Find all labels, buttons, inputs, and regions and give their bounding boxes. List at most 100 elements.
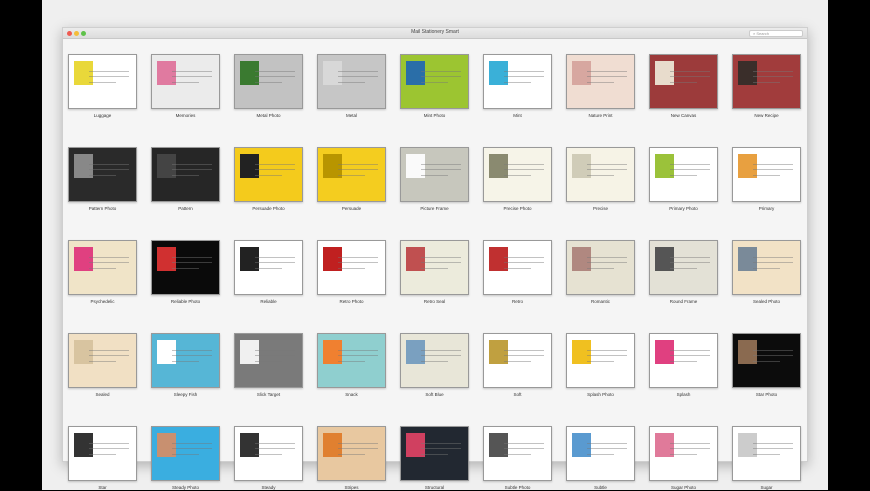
template-item[interactable]: Star xyxy=(68,426,137,491)
template-thumbnail[interactable] xyxy=(649,240,718,295)
template-thumbnail[interactable] xyxy=(400,147,469,202)
template-item[interactable]: Primary xyxy=(732,147,801,212)
template-thumbnail[interactable] xyxy=(483,240,552,295)
template-thumbnail[interactable] xyxy=(400,240,469,295)
template-item[interactable]: Splash Photo xyxy=(566,333,635,398)
template-thumbnail[interactable] xyxy=(68,240,137,295)
template-item[interactable]: Subtle Photo xyxy=(483,426,552,491)
template-item[interactable]: Sugar Photo xyxy=(649,426,718,491)
template-item[interactable]: Sleepy Fish xyxy=(151,333,220,398)
template-thumbnail[interactable] xyxy=(732,147,801,202)
template-item[interactable]: Sealed Photo xyxy=(732,240,801,305)
template-item[interactable]: New Canvas xyxy=(649,54,718,119)
template-item[interactable]: Sugar xyxy=(732,426,801,491)
template-thumbnail[interactable] xyxy=(234,333,303,388)
template-thumbnail[interactable] xyxy=(483,54,552,109)
template-item[interactable]: Precise Photo xyxy=(483,147,552,212)
template-item[interactable]: Pattern xyxy=(151,147,220,212)
template-thumbnail[interactable] xyxy=(68,333,137,388)
template-thumbnail[interactable] xyxy=(649,147,718,202)
template-item[interactable]: Metal Photo xyxy=(234,54,303,119)
template-thumbnail[interactable] xyxy=(483,426,552,481)
template-item[interactable]: Reliable xyxy=(234,240,303,305)
template-item[interactable]: Primary Photo xyxy=(649,147,718,212)
template-thumbnail[interactable] xyxy=(732,240,801,295)
template-label: Precise xyxy=(592,206,608,211)
template-item[interactable]: Sealed xyxy=(68,333,137,398)
template-thumbnail[interactable] xyxy=(566,426,635,481)
template-thumbnail[interactable] xyxy=(234,426,303,481)
template-item[interactable]: Retro Photo xyxy=(317,240,386,305)
template-thumbnail[interactable] xyxy=(317,240,386,295)
template-thumbnail[interactable] xyxy=(649,333,718,388)
text-line xyxy=(587,355,628,357)
template-thumbnail[interactable] xyxy=(566,333,635,388)
template-thumbnail[interactable] xyxy=(400,54,469,109)
template-item[interactable]: Pattern Photo xyxy=(68,147,137,212)
template-thumbnail[interactable] xyxy=(317,54,386,109)
template-item[interactable]: Mint Photo xyxy=(400,54,469,119)
template-item[interactable]: Retro Seal xyxy=(400,240,469,305)
template-item[interactable]: Picture Frame xyxy=(400,147,469,212)
template-thumbnail[interactable] xyxy=(151,54,220,109)
template-thumbnail[interactable] xyxy=(234,147,303,202)
template-thumbnail[interactable] xyxy=(68,426,137,481)
template-item[interactable]: Persuade xyxy=(317,147,386,212)
template-thumbnail[interactable] xyxy=(151,426,220,481)
template-item[interactable]: Stripes xyxy=(317,426,386,491)
template-item[interactable]: Mint xyxy=(483,54,552,119)
template-thumbnail[interactable] xyxy=(732,54,801,109)
text-line xyxy=(670,169,711,171)
template-thumbnail[interactable] xyxy=(151,240,220,295)
template-thumbnail[interactable] xyxy=(151,333,220,388)
template-thumbnail[interactable] xyxy=(400,426,469,481)
text-line xyxy=(172,163,213,165)
template-label: Structural xyxy=(424,485,445,490)
template-thumbnail[interactable] xyxy=(483,147,552,202)
template-item[interactable]: Steady Photo xyxy=(151,426,220,491)
template-item[interactable]: Nature Print xyxy=(566,54,635,119)
template-thumbnail[interactable] xyxy=(400,333,469,388)
text-line xyxy=(670,453,697,455)
template-thumbnail[interactable] xyxy=(151,147,220,202)
template-item[interactable]: Psychedelic xyxy=(68,240,137,305)
template-item[interactable]: Snack xyxy=(317,333,386,398)
template-item[interactable]: Romantic xyxy=(566,240,635,305)
template-item[interactable]: Luggage xyxy=(68,54,137,119)
template-thumbnail[interactable] xyxy=(317,426,386,481)
text-line xyxy=(753,262,794,264)
template-item[interactable]: Splash xyxy=(649,333,718,398)
template-label: Slick Target xyxy=(256,392,281,397)
template-thumbnail[interactable] xyxy=(732,333,801,388)
template-item[interactable]: Reliable Photo xyxy=(151,240,220,305)
template-item[interactable]: Slick Target xyxy=(234,333,303,398)
template-item[interactable]: Retro xyxy=(483,240,552,305)
template-item[interactable]: Precise xyxy=(566,147,635,212)
template-thumbnail[interactable] xyxy=(649,426,718,481)
template-item[interactable]: New Recipe xyxy=(732,54,801,119)
template-item[interactable]: Subtle xyxy=(566,426,635,491)
template-thumbnail[interactable] xyxy=(649,54,718,109)
template-thumbnail[interactable] xyxy=(68,147,137,202)
template-thumbnail[interactable] xyxy=(317,333,386,388)
search-field[interactable]: ⌕ Search xyxy=(749,30,803,37)
template-thumbnail[interactable] xyxy=(234,54,303,109)
template-thumbnail[interactable] xyxy=(234,240,303,295)
template-item[interactable]: Structural xyxy=(400,426,469,491)
template-item[interactable]: Persuade Photo xyxy=(234,147,303,212)
template-thumbnail[interactable] xyxy=(566,240,635,295)
template-item[interactable]: Steady xyxy=(234,426,303,491)
template-thumbnail[interactable] xyxy=(68,54,137,109)
template-item[interactable]: Memories xyxy=(151,54,220,119)
template-thumbnail[interactable] xyxy=(566,54,635,109)
template-item[interactable]: Star Photo xyxy=(732,333,801,398)
template-item[interactable]: Soft Blue xyxy=(400,333,469,398)
template-item[interactable]: Metal xyxy=(317,54,386,119)
template-thumbnail[interactable] xyxy=(483,333,552,388)
template-item[interactable]: Soft xyxy=(483,333,552,398)
template-thumbnail[interactable] xyxy=(317,147,386,202)
template-thumbnail[interactable] xyxy=(566,147,635,202)
template-item[interactable]: Round Frame xyxy=(649,240,718,305)
text-line xyxy=(504,81,531,83)
template-thumbnail[interactable] xyxy=(732,426,801,481)
